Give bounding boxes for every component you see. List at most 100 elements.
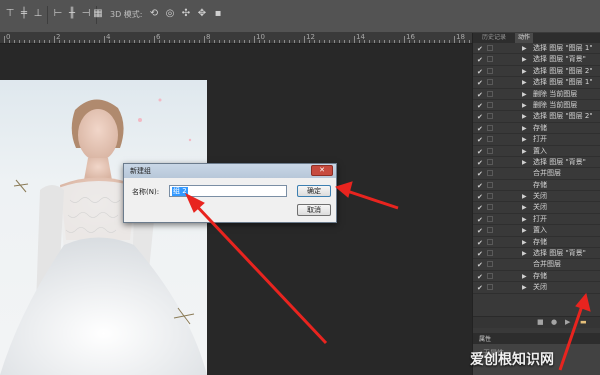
dialog-toggle-box[interactable]	[487, 101, 493, 108]
align-hcenter-icon[interactable]: ╫	[66, 8, 78, 20]
stop-icon[interactable]: ■	[537, 318, 544, 326]
action-row[interactable]: ✔ ▶ 选择 图层 "背景"	[473, 248, 600, 260]
expand-triangle-icon[interactable]: ▶	[522, 273, 527, 280]
align-right-icon[interactable]: ⊣	[80, 8, 92, 20]
group-name-input[interactable]: 组 2	[169, 185, 287, 197]
dialog-toggle-box[interactable]	[487, 67, 493, 74]
align-left-icon[interactable]: ⊢	[52, 8, 64, 20]
tab-history[interactable]: 历史记录	[479, 33, 509, 43]
check-icon[interactable]: ✔	[477, 45, 483, 53]
dialog-toggle-box[interactable]	[487, 147, 493, 154]
check-icon[interactable]: ✔	[477, 170, 483, 178]
dialog-toggle-box[interactable]	[487, 45, 493, 51]
dialog-toggle-box[interactable]	[487, 204, 493, 211]
3d-slide-icon[interactable]: ✥	[196, 8, 208, 20]
action-row[interactable]: ✔ ▶ 删除 当前图层	[473, 88, 600, 100]
check-icon[interactable]: ✔	[477, 148, 483, 156]
ok-button[interactable]: 确定	[297, 185, 331, 197]
check-icon[interactable]: ✔	[477, 102, 483, 110]
dialog-toggle-box[interactable]	[487, 250, 493, 257]
expand-triangle-icon[interactable]: ▶	[522, 239, 527, 246]
action-row[interactable]: ✔ ▶ 选择 图层 "图层 1"	[473, 43, 600, 55]
dialog-toggle-box[interactable]	[487, 227, 493, 234]
dialog-toggle-box[interactable]	[487, 181, 493, 188]
align-vcenter-icon[interactable]: ╪	[18, 8, 30, 20]
record-icon[interactable]: ●	[551, 318, 557, 326]
dialog-toggle-box[interactable]	[487, 113, 493, 120]
action-row[interactable]: ✔ ▶ 置入	[473, 225, 600, 237]
check-icon[interactable]: ✔	[477, 193, 483, 201]
expand-triangle-icon[interactable]: ▶	[522, 125, 527, 132]
expand-triangle-icon[interactable]: ▶	[522, 68, 527, 75]
dialog-toggle-box[interactable]	[487, 193, 493, 200]
expand-triangle-icon[interactable]: ▶	[522, 102, 527, 109]
action-row[interactable]: ✔ ▶ 关闭	[473, 202, 600, 214]
expand-triangle-icon[interactable]: ▶	[522, 250, 527, 257]
dialog-toggle-box[interactable]	[487, 170, 493, 177]
check-icon[interactable]: ✔	[477, 182, 483, 190]
dialog-toggle-box[interactable]	[487, 136, 493, 143]
action-row[interactable]: ✔ ▶ 打开	[473, 213, 600, 226]
action-row[interactable]: ✔ ▶ 选择 图层 "图层 2"	[473, 65, 600, 78]
action-row[interactable]: ✔ ▶ 选择 图层 "图层 2"	[473, 111, 600, 123]
action-row[interactable]: ✔ ▶ 存储	[473, 236, 600, 249]
expand-triangle-icon[interactable]: ▶	[522, 284, 527, 291]
expand-triangle-icon[interactable]: ▶	[522, 193, 527, 200]
distribute-icon[interactable]: ▦	[92, 8, 104, 20]
check-icon[interactable]: ✔	[477, 159, 483, 167]
check-icon[interactable]: ✔	[477, 79, 483, 87]
check-icon[interactable]: ✔	[477, 239, 483, 247]
action-row[interactable]: ✔ ▶ 存储	[473, 122, 600, 135]
dialog-toggle-box[interactable]	[487, 158, 493, 165]
new-set-folder-icon[interactable]: ▬	[580, 318, 587, 326]
check-icon[interactable]: ✔	[477, 136, 483, 144]
action-row[interactable]: ✔ ▶ 关闭	[473, 191, 600, 203]
expand-triangle-icon[interactable]: ▶	[522, 148, 527, 155]
expand-triangle-icon[interactable]: ▶	[522, 45, 527, 52]
expand-triangle-icon[interactable]: ▶	[522, 79, 527, 86]
action-row[interactable]: ✔ ▶ 打开	[473, 134, 600, 146]
action-row[interactable]: ✔ ▶ 选择 图层 "背景"	[473, 156, 600, 169]
3d-scale-icon[interactable]: ▪	[212, 8, 224, 20]
expand-triangle-icon[interactable]: ▶	[522, 227, 527, 234]
3d-rotate-icon[interactable]: ⟲	[148, 8, 160, 20]
expand-triangle-icon[interactable]: ▶	[522, 91, 527, 98]
expand-triangle-icon[interactable]: ▶	[522, 113, 527, 120]
dialog-toggle-box[interactable]	[487, 90, 493, 97]
expand-triangle-icon[interactable]: ▶	[522, 159, 527, 166]
expand-triangle-icon[interactable]: ▶	[522, 56, 527, 63]
dialog-toggle-box[interactable]	[487, 215, 493, 222]
dialog-close-button[interactable]: ✕	[311, 165, 333, 176]
dialog-toggle-box[interactable]	[487, 56, 493, 63]
tab-actions[interactable]: 动作	[515, 33, 534, 43]
action-row[interactable]: ✔ 存储	[473, 179, 600, 192]
action-row[interactable]: ✔ ▶ 选择 图层 "图层 1"	[473, 77, 600, 89]
check-icon[interactable]: ✔	[477, 125, 483, 133]
action-row[interactable]: ✔ ▶ 置入	[473, 145, 600, 157]
expand-triangle-icon[interactable]: ▶	[522, 216, 527, 223]
check-icon[interactable]: ✔	[477, 284, 483, 292]
expand-triangle-icon[interactable]: ▶	[522, 136, 527, 143]
check-icon[interactable]: ✔	[477, 227, 483, 235]
action-row[interactable]: ✔ ▶ 选择 图层 "背景"	[473, 54, 600, 66]
action-row[interactable]: ✔ 合并图层	[473, 259, 600, 271]
check-icon[interactable]: ✔	[477, 56, 483, 64]
dialog-toggle-box[interactable]	[487, 284, 493, 291]
dialog-toggle-box[interactable]	[487, 238, 493, 245]
3d-roll-icon[interactable]: ◎	[164, 8, 176, 20]
check-icon[interactable]: ✔	[477, 216, 483, 224]
align-top-icon[interactable]: ⊤	[4, 8, 16, 20]
action-row[interactable]: ✔ ▶ 存储	[473, 270, 600, 283]
align-bottom-icon[interactable]: ⊥	[32, 8, 44, 20]
expand-triangle-icon[interactable]: ▶	[522, 204, 527, 211]
check-icon[interactable]: ✔	[477, 273, 483, 281]
cancel-button[interactable]: 取消	[297, 204, 331, 216]
dialog-toggle-box[interactable]	[487, 272, 493, 279]
check-icon[interactable]: ✔	[477, 250, 483, 258]
check-icon[interactable]: ✔	[477, 261, 483, 269]
photo-canvas[interactable]	[0, 80, 207, 375]
dialog-toggle-box[interactable]	[487, 79, 493, 86]
3d-pan-icon[interactable]: ✣	[180, 8, 192, 20]
action-row[interactable]: ✔ ▶ 删除 当前图层	[473, 99, 600, 112]
dialog-toggle-box[interactable]	[487, 261, 493, 268]
